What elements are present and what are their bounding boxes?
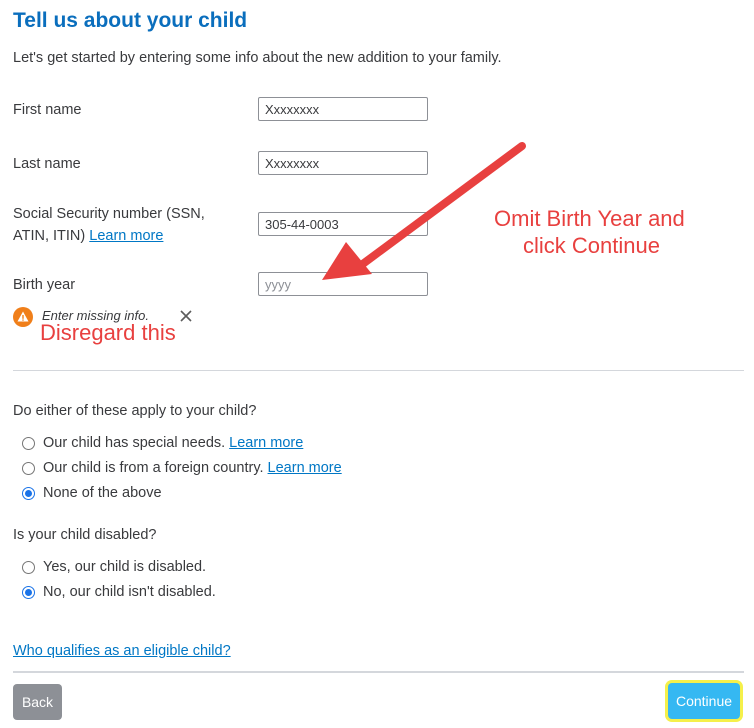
ssn-learn-more-link[interactable]: Learn more — [89, 228, 163, 244]
first-name-field[interactable] — [258, 97, 428, 121]
warning-icon — [13, 307, 33, 327]
option-foreign-country-label: Our child is from a foreign country. — [43, 460, 264, 476]
disabled-question: Is your child disabled? — [13, 527, 157, 543]
foreign-country-learn-more-link[interactable]: Learn more — [268, 460, 342, 476]
ssn-label-line1: Social Security number (SSN, — [13, 206, 205, 222]
disregard-annotation: Disregard this — [40, 320, 176, 345]
arrow-annotation-icon — [322, 142, 526, 280]
first-name-label: First name — [13, 102, 82, 118]
option-disabled-yes-label: Yes, our child is disabled. — [43, 559, 207, 575]
option-disabled-yes[interactable]: Yes, our child is disabled. — [22, 557, 206, 577]
close-icon[interactable] — [179, 309, 193, 323]
radio-special-needs[interactable] — [22, 436, 35, 450]
option-none-of-above[interactable]: None of the above — [22, 483, 162, 503]
last-name-label: Last name — [13, 156, 81, 172]
footer-divider — [13, 671, 744, 673]
radio-none-of-above[interactable] — [22, 486, 35, 500]
option-special-needs-label: Our child has special needs. — [43, 435, 226, 451]
instruction-annotation-line2: click Continue — [523, 233, 660, 258]
page-title: Tell us about your child — [13, 9, 248, 32]
continue-button[interactable]: Continue — [668, 683, 740, 719]
special-needs-learn-more-link[interactable]: Learn more — [229, 435, 303, 451]
option-disabled-no[interactable]: No, our child isn't disabled. — [22, 582, 216, 602]
ssn-label-text: ATIN, ITIN) — [13, 228, 86, 244]
option-foreign-country[interactable]: Our child is from a foreign country. Lea… — [22, 458, 342, 478]
ssn-label-line2: ATIN, ITIN) Learn more — [13, 228, 163, 244]
option-none-of-above-label: None of the above — [43, 485, 162, 501]
eligible-child-link[interactable]: Who qualifies as an eligible child? — [13, 643, 231, 659]
option-special-needs[interactable]: Our child has special needs. Learn more — [22, 433, 303, 453]
birth-year-label: Birth year — [13, 277, 76, 293]
radio-disabled-yes[interactable] — [22, 560, 35, 574]
section-divider — [13, 370, 744, 371]
back-button[interactable]: Back — [13, 684, 62, 720]
option-disabled-no-label: No, our child isn't disabled. — [43, 584, 216, 600]
intro-text: Let's get started by entering some info … — [13, 50, 502, 66]
radio-disabled-no[interactable] — [22, 585, 35, 599]
radio-foreign-country[interactable] — [22, 461, 35, 475]
special-question: Do either of these apply to your child? — [13, 403, 257, 419]
